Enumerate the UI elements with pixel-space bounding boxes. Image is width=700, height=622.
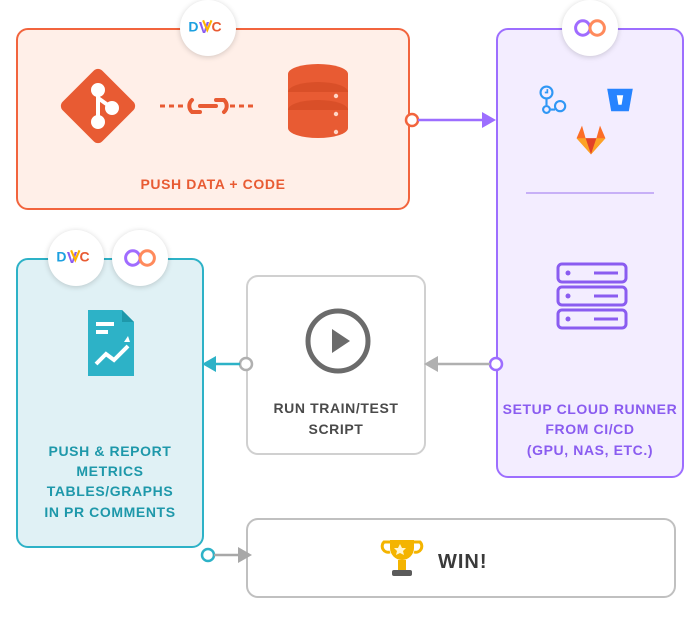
trophy-icon bbox=[378, 534, 426, 582]
dvc-logo: D V C bbox=[187, 17, 229, 39]
report-metrics-caption: PUSH & REPORT METRICS TABLES/GRAPHS IN P… bbox=[18, 441, 202, 522]
report-caption-l1: PUSH & REPORT bbox=[49, 443, 172, 459]
database-icon bbox=[280, 60, 356, 146]
report-metrics-box: PUSH & REPORT METRICS TABLES/GRAPHS IN P… bbox=[16, 258, 204, 548]
report-chart-icon bbox=[80, 306, 142, 380]
cml-badge-left bbox=[112, 230, 168, 286]
arrow-orange-to-purple bbox=[404, 108, 504, 132]
run-script-box: RUN TRAIN/TEST SCRIPT bbox=[246, 275, 426, 455]
report-caption-l4: IN PR COMMENTS bbox=[44, 504, 175, 520]
win-caption: WIN! bbox=[438, 548, 488, 577]
run-script-caption-l2: SCRIPT bbox=[309, 421, 364, 437]
git-icon bbox=[60, 68, 136, 144]
dvc-badge-top: D V C bbox=[180, 0, 236, 56]
divider bbox=[526, 192, 654, 194]
dvc-logo: D V C bbox=[55, 247, 97, 269]
cloud-runner-caption: SETUP CLOUD RUNNER FROM CI/CD (GPU, NAS,… bbox=[498, 399, 682, 460]
arrow-teal-to-win bbox=[200, 540, 254, 570]
arrow-purple-to-center bbox=[420, 352, 504, 376]
bitbucket-icon bbox=[604, 84, 636, 116]
report-caption-l2: METRICS bbox=[76, 463, 143, 479]
win-box: WIN! bbox=[246, 518, 676, 598]
push-data-code-caption: PUSH DATA + CODE bbox=[18, 174, 408, 194]
servers-icon bbox=[554, 260, 630, 332]
cml-badge-top bbox=[562, 0, 618, 56]
cml-logo bbox=[572, 18, 608, 38]
svg-text:D: D bbox=[56, 249, 66, 265]
cloud-runner-caption-l1: SETUP CLOUD RUNNER bbox=[503, 401, 678, 417]
svg-text:C: C bbox=[212, 19, 222, 35]
svg-text:D: D bbox=[188, 19, 198, 35]
arrow-center-to-teal bbox=[198, 352, 254, 376]
cml-logo bbox=[122, 248, 158, 268]
cloud-runner-caption-l2: FROM CI/CD bbox=[545, 421, 634, 437]
play-icon bbox=[302, 305, 374, 377]
svg-text:C: C bbox=[80, 249, 90, 265]
run-script-caption: RUN TRAIN/TEST SCRIPT bbox=[248, 398, 424, 439]
github-actions-icon bbox=[538, 84, 572, 118]
gitlab-icon bbox=[572, 122, 610, 158]
link-icon bbox=[158, 86, 258, 126]
report-caption-l3: TABLES/GRAPHS bbox=[47, 483, 174, 499]
cloud-runner-box: SETUP CLOUD RUNNER FROM CI/CD (GPU, NAS,… bbox=[496, 28, 684, 478]
cloud-runner-caption-l3: (GPU, NAS, ETC.) bbox=[527, 442, 653, 458]
dvc-badge-left: D V C bbox=[48, 230, 104, 286]
run-script-caption-l1: RUN TRAIN/TEST bbox=[273, 400, 398, 416]
